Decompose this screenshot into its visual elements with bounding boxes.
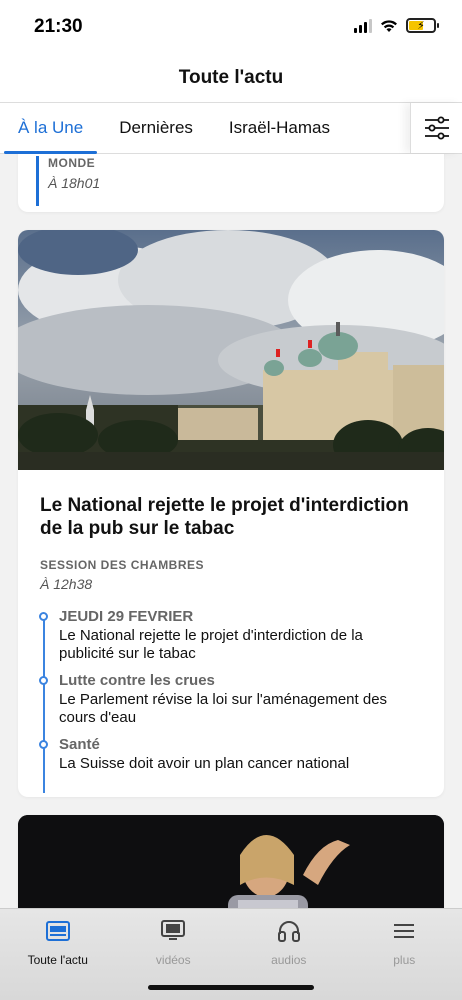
tab-israel-hamas[interactable]: Israël-Hamas — [211, 103, 348, 153]
performer-photo — [18, 815, 444, 908]
timeline-item[interactable]: Santé La Suisse doit avoir un plan cance… — [39, 736, 422, 773]
timeline-dot — [39, 612, 48, 621]
article-category: SESSION DES CHAMBRES — [40, 558, 205, 572]
tab-a-la-une[interactable]: À la Une — [0, 103, 101, 154]
article-time: À 18h01 — [48, 175, 101, 191]
news-feed[interactable]: MONDE À 18h01 Le National rejette le pro… — [0, 154, 462, 908]
nav-label: plus — [393, 953, 416, 967]
tab-bar: À la Une Dernières Israël-Hamas — [0, 102, 462, 154]
timeline-text: La Suisse doit avoir un plan cancer nati… — [59, 755, 350, 772]
status-time: 21:30 — [34, 16, 83, 37]
app-header: Toute l'actu — [0, 56, 462, 102]
page-title: Toute l'actu — [178, 67, 284, 88]
article-card[interactable]: MONDE À 18h01 — [18, 154, 444, 212]
nav-label: audios — [271, 953, 307, 967]
nav-plus[interactable]: plus — [347, 909, 462, 1000]
tv-icon — [161, 919, 186, 943]
article-image[interactable] — [18, 230, 444, 470]
status-icons: ⚡ — [354, 18, 439, 33]
news-icon — [45, 919, 70, 943]
article-meta: MONDE À 18h01 — [36, 156, 100, 206]
tab-dernieres[interactable]: Dernières — [101, 103, 211, 153]
status-bar: 21:30 ⚡ — [0, 0, 462, 56]
battery-icon: ⚡ — [406, 18, 439, 33]
timeline-label: JEUDI 29 FEVRIER — [59, 608, 194, 625]
timeline-text: Le Parlement révise la loi sur l'aménage… — [59, 691, 388, 726]
menu-icon — [393, 919, 415, 943]
sliders-icon — [424, 116, 449, 140]
article-card-next[interactable] — [18, 815, 444, 908]
parliament-photo — [18, 230, 444, 470]
article-meta: SESSION DES CHAMBRES À 12h38 — [40, 558, 422, 592]
article-time: À 12h38 — [40, 576, 93, 592]
home-indicator — [148, 985, 314, 990]
nav-label: Toute l'actu — [27, 953, 88, 967]
filter-button[interactable] — [410, 103, 462, 153]
signal-icon — [354, 18, 372, 33]
nav-toute-lactu[interactable]: Toute l'actu — [0, 909, 116, 1000]
nav-label: vidéos — [155, 953, 191, 967]
timeline-dot — [39, 676, 48, 685]
headphones-icon — [277, 919, 301, 943]
article-card-main[interactable]: Le National rejette le projet d'interdic… — [18, 230, 444, 797]
timeline-label: Santé — [59, 736, 100, 753]
related-timeline: JEUDI 29 FEVRIER Le National rejette le … — [39, 608, 422, 793]
timeline-item[interactable]: Lutte contre les crues Le Parlement révi… — [39, 672, 422, 727]
article-category: MONDE — [48, 156, 96, 170]
timeline-text: Le National rejette le projet d'interdic… — [59, 627, 363, 662]
timeline-item[interactable]: JEUDI 29 FEVRIER Le National rejette le … — [39, 608, 422, 663]
timeline-label: Lutte contre les crues — [59, 672, 215, 689]
article-title[interactable]: Le National rejette le projet d'interdic… — [40, 494, 422, 540]
timeline-dot — [39, 740, 48, 749]
wifi-icon — [381, 19, 397, 32]
